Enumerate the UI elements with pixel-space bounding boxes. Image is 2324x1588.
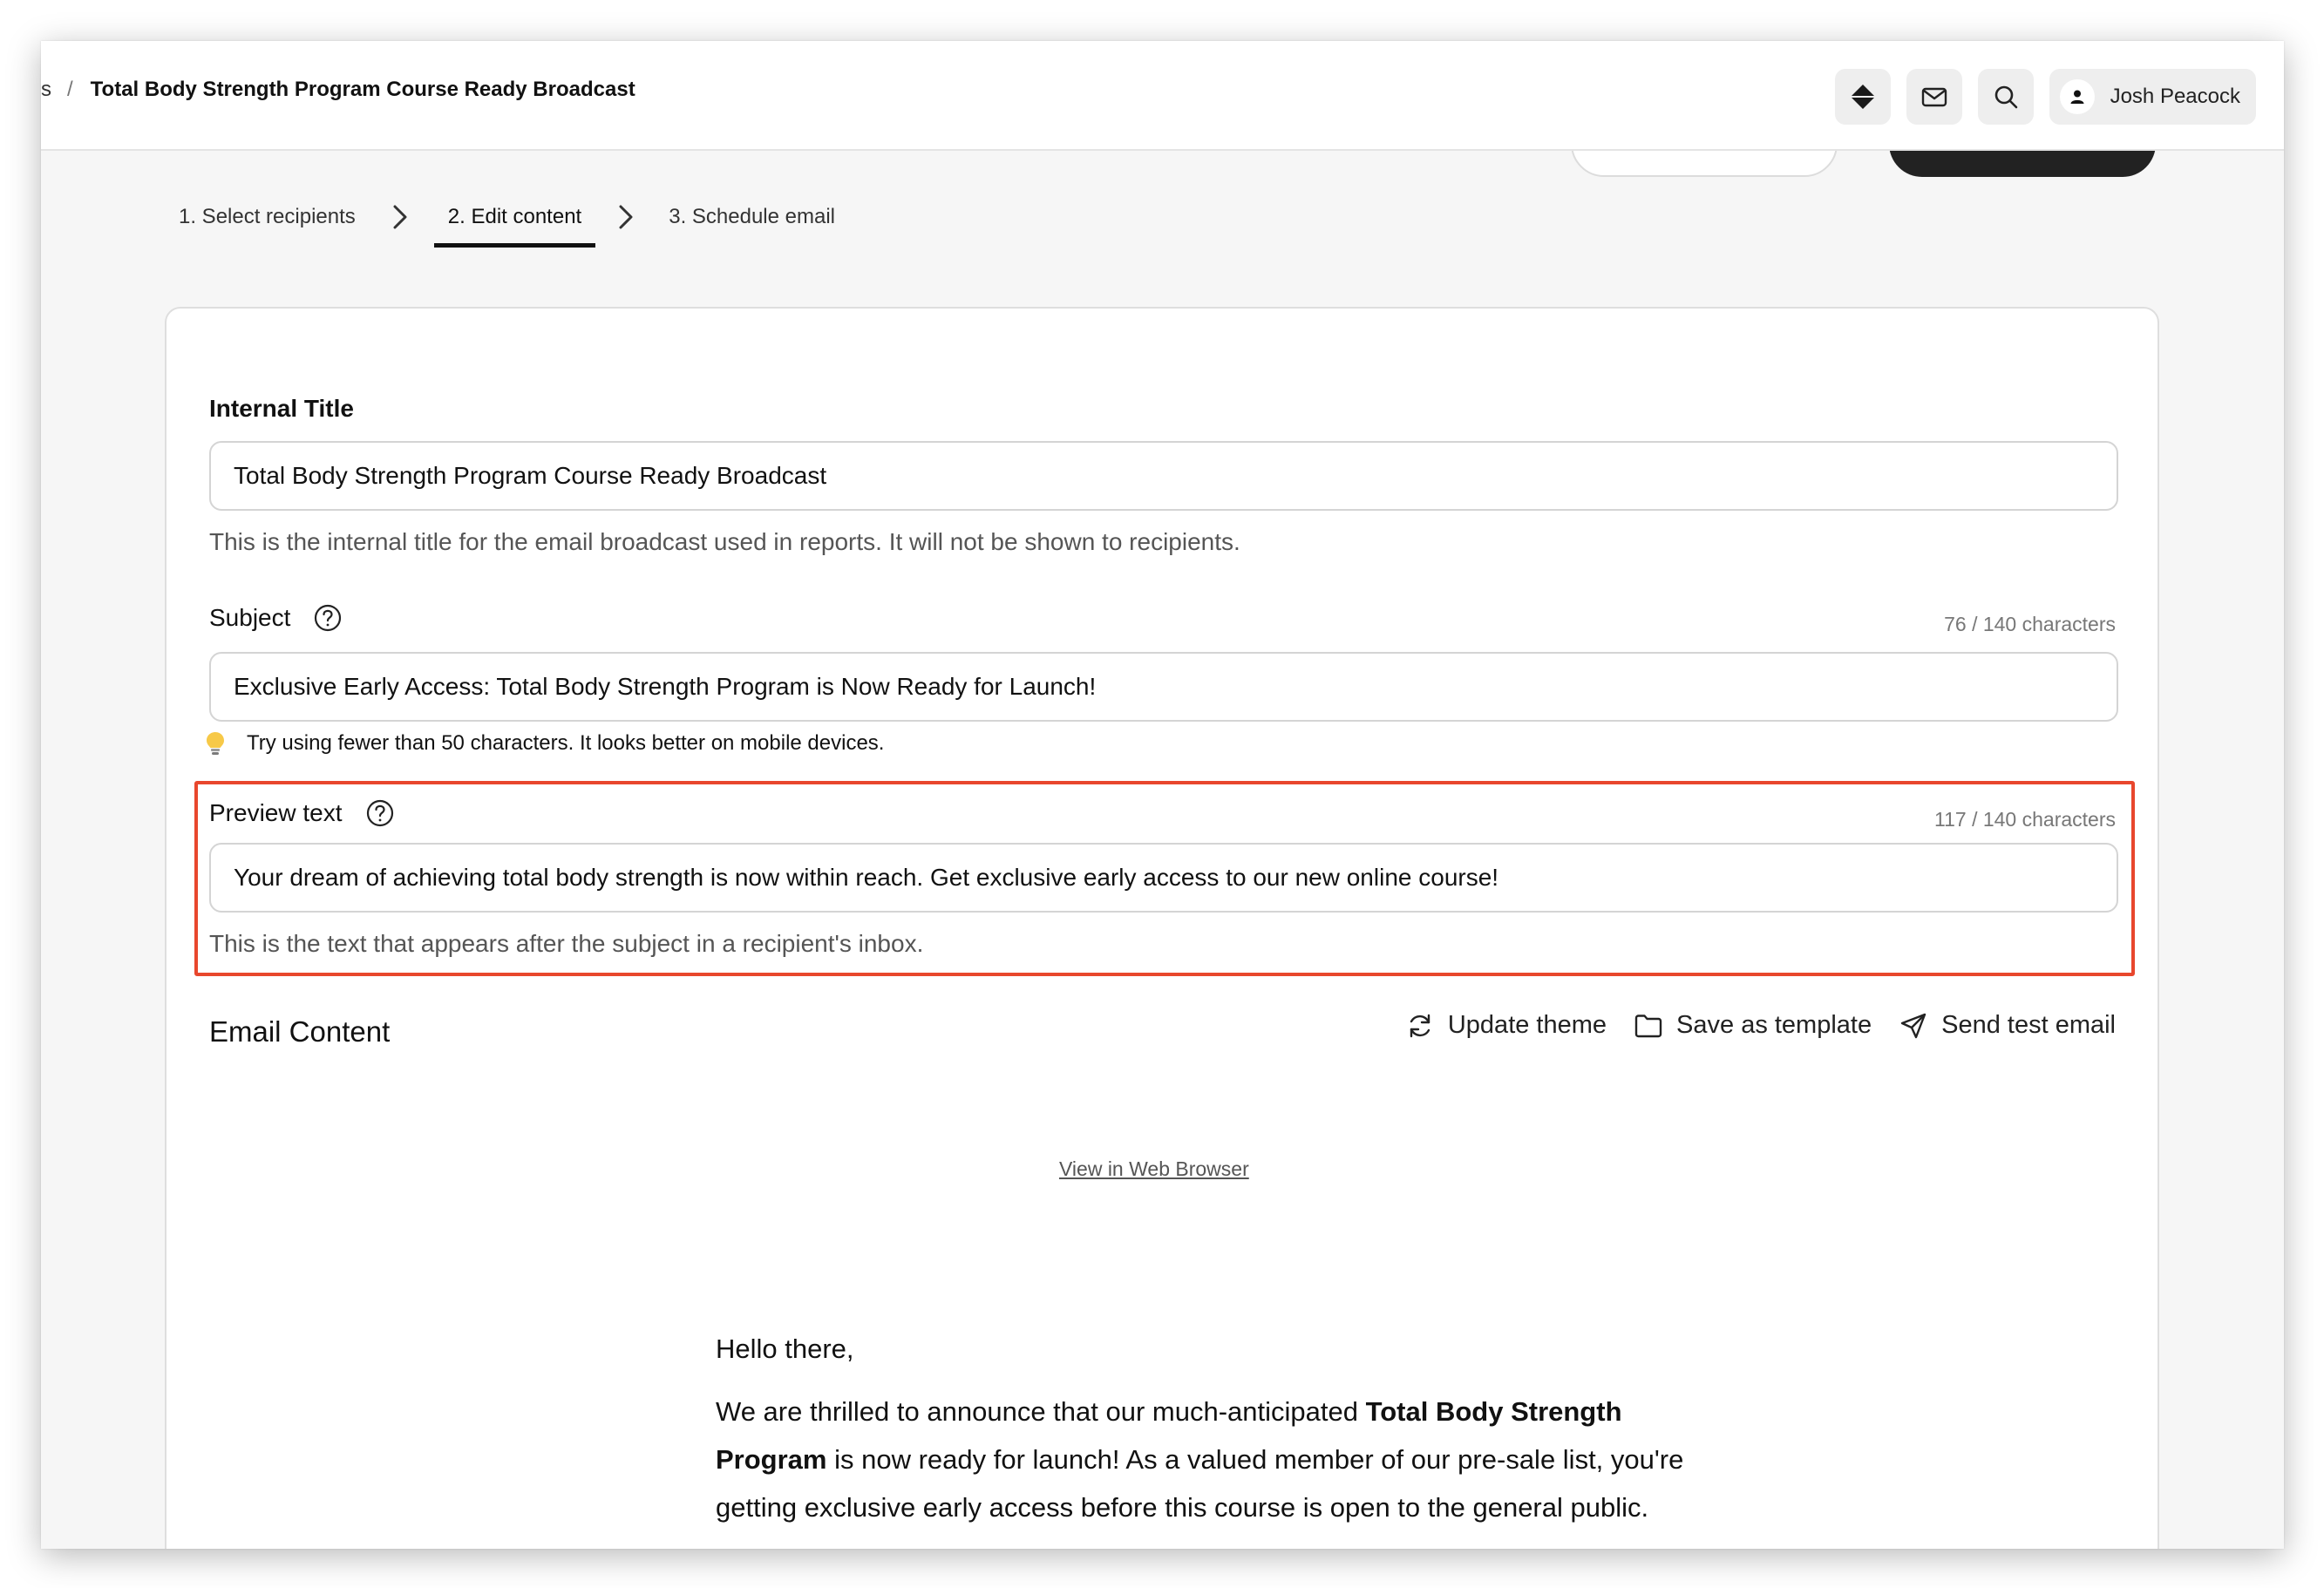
internal-title-label-text: Internal Title: [209, 395, 354, 422]
top-bar: s / Total Body Strength Program Course R…: [41, 41, 2284, 151]
subject-tip-text: Try using fewer than 50 characters. It l…: [247, 731, 885, 755]
broadcast-editor-card: Internal Title Total Body Strength Progr…: [165, 307, 2159, 1549]
email-content-title: Email Content: [209, 1015, 391, 1048]
avatar: [2059, 79, 2095, 114]
email-paragraph-text: is now ready for launch! As a valued mem…: [716, 1444, 1684, 1523]
breadcrumb-previous[interactable]: s: [41, 78, 51, 102]
view-in-web-browser-link[interactable]: View in Web Browser: [1059, 1157, 1249, 1181]
user-name: Josh Peacock: [2110, 85, 2240, 108]
mail-icon: [1920, 83, 1948, 111]
step-edit-content[interactable]: 2. Edit content: [433, 205, 596, 248]
update-theme-label: Update theme: [1447, 1011, 1607, 1039]
help-circle-icon[interactable]: [365, 798, 395, 828]
email-paragraph-text: We are thrilled to announce that our muc…: [716, 1396, 1366, 1427]
subject-value: Exclusive Early Access: Total Body Stren…: [234, 673, 1097, 700]
user-menu-button[interactable]: Josh Peacock: [2049, 69, 2256, 125]
help-circle-icon[interactable]: [313, 603, 343, 633]
update-theme-button[interactable]: Update theme: [1406, 1011, 1607, 1040]
breadcrumb-separator: /: [67, 78, 73, 101]
internal-title-label: Internal Title: [209, 395, 354, 423]
send-test-email-label: Send test email: [1941, 1011, 2116, 1039]
chevron-right-icon: [616, 203, 635, 231]
step-schedule-email[interactable]: 3. Schedule email: [669, 205, 835, 248]
search-icon: [1992, 83, 2020, 111]
mail-button[interactable]: [1906, 69, 1962, 125]
top-actions: Josh Peacock: [1834, 69, 2256, 125]
preview-text-label: Preview text: [209, 798, 395, 828]
lightbulb-icon: [205, 730, 226, 757]
send-test-email-button[interactable]: Send test email: [1899, 1011, 2116, 1040]
refresh-icon: [1406, 1012, 1434, 1040]
subject-input[interactable]: Exclusive Early Access: Total Body Stren…: [209, 652, 2118, 722]
save-as-template-label: Save as template: [1676, 1011, 1872, 1039]
subject-tip: Try using fewer than 50 characters. It l…: [205, 730, 884, 757]
diamond-icon: [1849, 83, 1877, 111]
step-select-recipients[interactable]: 1. Select recipients: [179, 205, 356, 248]
save-as-template-button[interactable]: Save as template: [1634, 1011, 1872, 1040]
preview-text-char-counter: 117 / 140 characters: [1934, 808, 2116, 831]
preview-text-label-text: Preview text: [209, 799, 343, 826]
send-icon: [1899, 1012, 1927, 1040]
diamond-button[interactable]: [1834, 69, 1891, 125]
preview-text-help: This is the text that appears after the …: [209, 930, 924, 957]
chevron-right-icon: [391, 203, 410, 231]
email-content-actions: Update theme Save as template Send test …: [1406, 1011, 2116, 1040]
folder-icon: [1634, 1014, 1662, 1038]
internal-title-value: Total Body Strength Program Course Ready…: [234, 462, 827, 489]
email-body-preview: Hello there, We are thrilled to announce…: [716, 1325, 1701, 1546]
internal-title-help: This is the internal title for the email…: [209, 528, 1240, 555]
preview-text-value: Your dream of achieving total body stren…: [234, 864, 1499, 891]
subject-label-text: Subject: [209, 604, 291, 631]
person-icon: [2069, 89, 2085, 105]
subject-char-counter: 76 / 140 characters: [1944, 613, 2116, 635]
internal-title-input[interactable]: Total Body Strength Program Course Ready…: [209, 441, 2118, 511]
breadcrumb-current: Total Body Strength Program Course Ready…: [90, 78, 635, 101]
app-window: s / Total Body Strength Program Course R…: [41, 41, 2284, 1549]
email-greeting: Hello there,: [716, 1334, 854, 1364]
preview-text-input[interactable]: Your dream of achieving total body stren…: [209, 843, 2118, 913]
stepper: 1. Select recipients 2. Edit content 3. …: [179, 203, 835, 248]
breadcrumb: s / Total Body Strength Program Course R…: [41, 78, 635, 102]
search-button[interactable]: [1977, 69, 2034, 125]
email-paragraph: We are thrilled to announce that our muc…: [716, 1388, 1701, 1531]
subject-label: Subject: [209, 603, 343, 633]
